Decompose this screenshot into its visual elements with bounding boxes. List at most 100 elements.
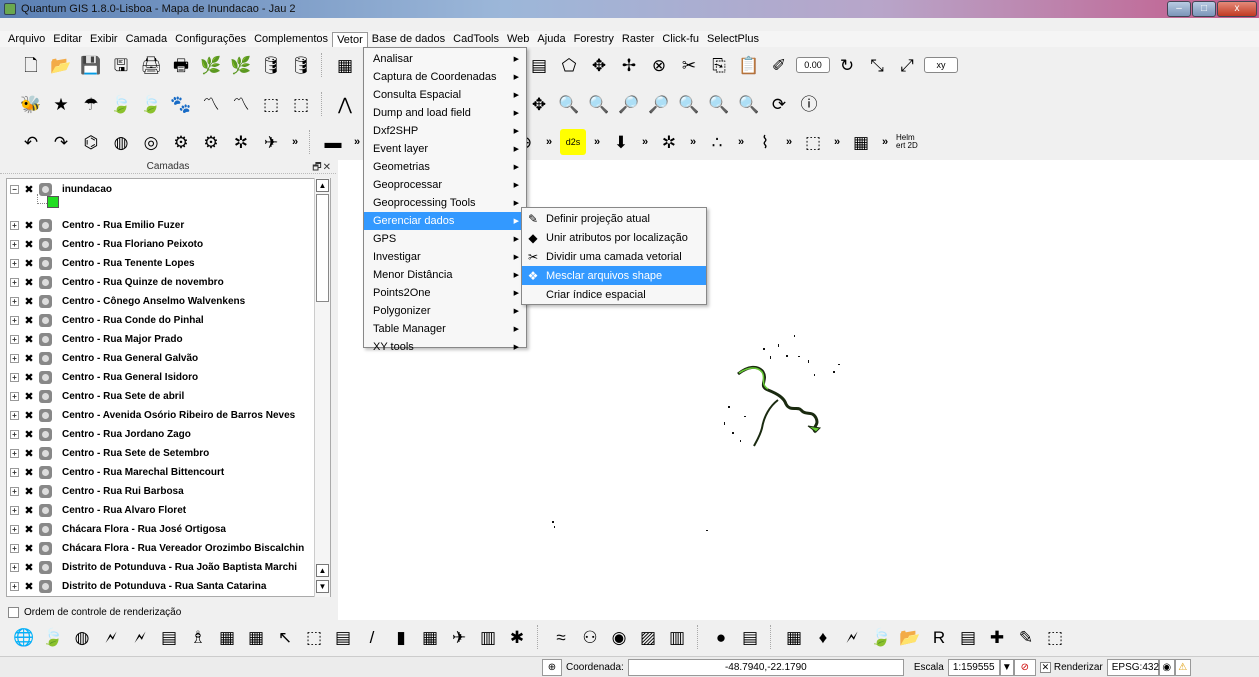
more-chevron-icon[interactable]: »	[638, 136, 652, 148]
plugin-7-icon[interactable]: ▦	[215, 624, 239, 650]
visibility-checkbox-icon[interactable]: ✖	[23, 183, 35, 196]
save-project-icon[interactable]: 💾	[78, 52, 104, 78]
plugin-2-icon[interactable]: ◍	[70, 624, 94, 650]
layer-item[interactable]: + ✖ Chácara Flora - Rua José Ortigosa	[7, 520, 330, 539]
menu-editar[interactable]: Editar	[49, 31, 86, 47]
expand-icon[interactable]: +	[10, 468, 19, 477]
plugin-b-icon[interactable]: ★	[48, 91, 74, 117]
minimize-button[interactable]: –	[1167, 1, 1191, 17]
layer-item[interactable]: + ✖ Centro - Rua Tenente Lopes	[7, 254, 330, 273]
zoom-in-icon[interactable]: 🔍	[556, 91, 582, 117]
tool-a-icon[interactable]: ⌬	[78, 129, 104, 155]
expand-icon[interactable]: +	[10, 354, 19, 363]
t-h-icon[interactable]: ✲	[656, 129, 682, 155]
new-project-icon[interactable]: 🗋	[18, 52, 44, 78]
expand-icon[interactable]: +	[10, 525, 19, 534]
expand-icon[interactable]: +	[10, 487, 19, 496]
submenu-item-definir-proje-o-atual[interactable]: ✎ Definir projeção atual	[522, 209, 706, 228]
layer-item[interactable]: + ✖ Centro - Rua Emilio Fuzer	[7, 216, 330, 235]
visibility-checkbox-icon[interactable]: ✖	[23, 561, 35, 574]
menu-raster[interactable]: Raster	[618, 31, 658, 47]
t-a-icon[interactable]: ▬	[320, 129, 346, 155]
scroll-up-arrow-lower[interactable]: ▲	[316, 564, 329, 577]
plugin-c-icon[interactable]: ☂	[78, 91, 104, 117]
plugin-20-icon[interactable]: ◉	[607, 624, 631, 650]
expand-icon[interactable]: +	[10, 278, 19, 287]
composer-manager-icon[interactable]: 🖶	[168, 52, 194, 78]
tool-e-icon[interactable]: ⚙	[198, 129, 224, 155]
plugin-27-icon[interactable]: 🗲	[840, 624, 864, 650]
redo-icon[interactable]: ↷	[48, 129, 74, 155]
add-spatialite-icon[interactable]: 🛢	[288, 52, 314, 78]
close-button[interactable]: x	[1217, 1, 1257, 17]
vetor-menu-item-gerenciar-dados[interactable]: Gerenciar dados ▶	[364, 212, 526, 230]
plugin-j-icon[interactable]: ⬚	[288, 91, 314, 117]
plugin-e-icon[interactable]: 🍃	[138, 91, 164, 117]
more-chevron-icon[interactable]: »	[542, 136, 556, 148]
expand-icon[interactable]: +	[10, 563, 19, 572]
more-chevron-icon[interactable]: »	[288, 136, 302, 148]
coordinate-toggle-icon[interactable]: ⊕	[542, 658, 562, 676]
zoom-full-icon[interactable]: 🔎	[616, 91, 642, 117]
layer-item[interactable]: + ✖ Distrito de Potunduva - Rua Santa Cata…	[7, 577, 330, 596]
render-checkbox-area[interactable]: ✕ Renderizar	[1036, 659, 1107, 676]
submenu-item-dividir-uma-camada-vetorial[interactable]: ✂ Dividir uma camada vetorial	[522, 247, 706, 266]
more-chevron-icon[interactable]: »	[686, 136, 700, 148]
coordinates-icon[interactable]: xy	[924, 57, 958, 73]
menu-base-de-dados[interactable]: Base de dados	[368, 31, 449, 47]
plugin-g-icon[interactable]: 〽	[198, 91, 224, 117]
delete-selected-icon[interactable]: ⊗	[646, 52, 672, 78]
scroll-down-arrow[interactable]: ▼	[316, 580, 329, 593]
vetor-menu-item-analisar[interactable]: Analisar ▶	[364, 50, 526, 68]
layer-item[interactable]: + ✖ Centro - Rua Marechal Bittencourt	[7, 463, 330, 482]
expand-icon[interactable]: +	[10, 430, 19, 439]
layer-item[interactable]: + ✖ Centro - Cônego Anselmo Walvenkens	[7, 292, 330, 311]
plugin-23-icon[interactable]: ●	[709, 624, 733, 650]
copy-icon[interactable]: ⎘	[706, 52, 732, 78]
panel-float-close-buttons[interactable]: 🗗✕	[312, 160, 332, 177]
snap-icon[interactable]: ⤡	[864, 52, 890, 78]
collapse-icon[interactable]: −	[10, 184, 19, 194]
helmert-icon[interactable]: Helm ert 2D	[896, 129, 926, 155]
layer-item[interactable]: + ✖ Centro - Rua General Galvão	[7, 349, 330, 368]
plugin-19-icon[interactable]: ⚇	[578, 624, 602, 650]
more-chevron-icon[interactable]: »	[830, 136, 844, 148]
scale-field[interactable]: 1:159555	[947, 658, 1000, 676]
plugin-d-icon[interactable]: 🍃	[108, 91, 134, 117]
more-chevron-icon[interactable]: »	[878, 136, 892, 148]
pan-select-icon[interactable]: ✥	[526, 91, 552, 117]
layer-item[interactable]: + ✖ Centro - Rua Alvaro Floret	[7, 501, 330, 520]
add-wms-icon[interactable]: ▦	[332, 52, 358, 78]
more-chevron-icon[interactable]: »	[782, 136, 796, 148]
layer-item[interactable]: + ✖ Centro - Avenida Osório Ribeiro de Bar…	[7, 406, 330, 425]
add-raster-icon[interactable]: 🌿	[228, 52, 254, 78]
visibility-checkbox-icon[interactable]: ✖	[23, 333, 35, 346]
layer-item[interactable]: + ✖ Centro - Rua Sete de Setembro	[7, 444, 330, 463]
t-l-icon[interactable]: ▦	[848, 129, 874, 155]
node-tool-icon[interactable]: ✢	[616, 52, 642, 78]
plugin-33-icon[interactable]: ✎	[1014, 624, 1038, 650]
visibility-checkbox-icon[interactable]: ✖	[23, 447, 35, 460]
maximize-button[interactable]: □	[1192, 1, 1216, 17]
scroll-up-arrow[interactable]: ▲	[316, 179, 329, 192]
visibility-checkbox-icon[interactable]: ✖	[23, 257, 35, 270]
submenu-item-unir-atributos-por-localiza-o[interactable]: ◆ Unir atributos por localização	[522, 228, 706, 247]
visibility-checkbox-icon[interactable]: ✖	[23, 352, 35, 365]
expand-icon[interactable]: +	[10, 582, 19, 591]
vetor-menu-item-table-manager[interactable]: Table Manager ▶	[364, 320, 526, 338]
save-edits-icon[interactable]: ▤	[526, 52, 552, 78]
more-chevron-icon[interactable]: »	[734, 136, 748, 148]
plugin-4-icon[interactable]: 🗲	[128, 624, 152, 650]
layers-tree[interactable]: − ✖ inundacao + ✖ Centro - Rua Emilio Fuzer + ✖…	[6, 178, 331, 597]
plugin-25-icon[interactable]: ▦	[782, 624, 806, 650]
visibility-checkbox-icon[interactable]: ✖	[23, 390, 35, 403]
visibility-checkbox-icon[interactable]: ✖	[23, 371, 35, 384]
t-f-icon[interactable]: d2s	[560, 129, 586, 155]
plugin-30-icon[interactable]: R	[927, 624, 951, 650]
layer-item[interactable]: + ✖ Centro - Rua Rui Barbosa	[7, 482, 330, 501]
layer-item[interactable]: + ✖ Centro - Rua Jordano Zago	[7, 425, 330, 444]
visibility-checkbox-icon[interactable]: ✖	[23, 276, 35, 289]
expand-icon[interactable]: +	[10, 449, 19, 458]
zoom-out-icon[interactable]: 🔍	[586, 91, 612, 117]
offset-icon[interactable]: ⤢	[894, 52, 920, 78]
